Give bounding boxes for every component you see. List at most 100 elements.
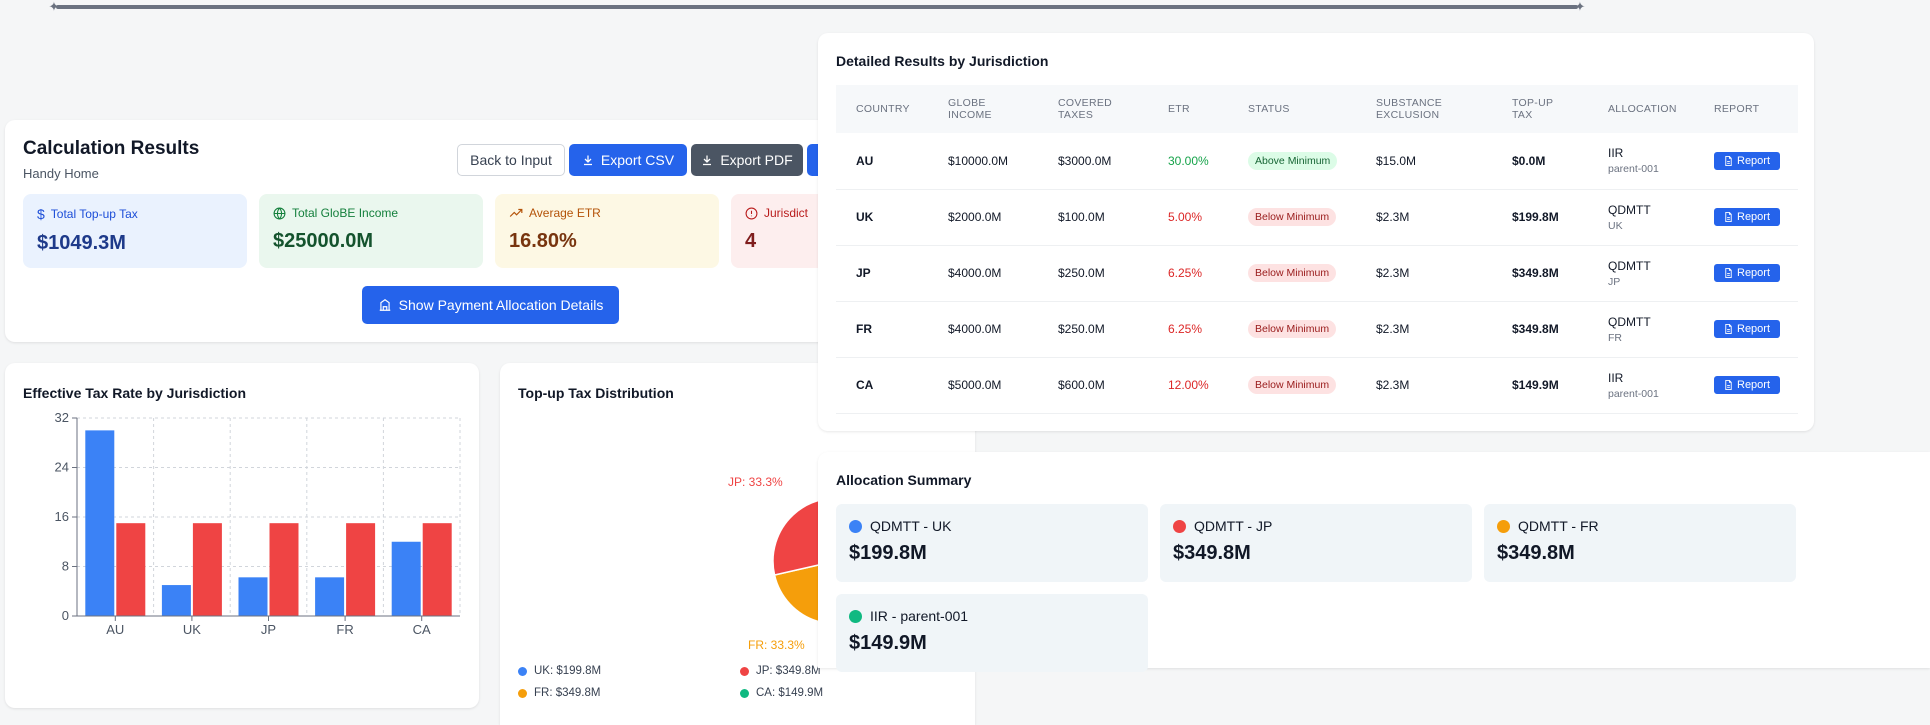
y-tick-label: 0 <box>62 608 69 623</box>
cell-globe-income: $10000.0M <box>928 133 1038 190</box>
cell-globe-income: $2000.0M <box>928 189 1038 246</box>
alert-circle-icon <box>745 207 758 219</box>
x-tick-label: JP <box>261 622 276 637</box>
allocation-amount: $199.8M <box>849 542 927 564</box>
allocation-dot <box>1497 519 1510 533</box>
x-tick-label: UK <box>183 622 201 637</box>
legend-label: JP: $349.8M <box>756 665 821 677</box>
y-tick-label: 16 <box>55 509 69 524</box>
cell-substance-exclusion: $2.3M <box>1356 245 1492 302</box>
report-label: Report <box>1737 267 1771 279</box>
cell-country: FR <box>836 301 928 358</box>
cell-allocation: QDMTT JP <box>1588 245 1694 302</box>
cell-etr: 6.25% <box>1148 245 1228 302</box>
globe-icon <box>273 207 286 219</box>
report-button[interactable]: Report <box>1714 320 1781 338</box>
pie-label: FR: 33.3% <box>748 638 805 651</box>
cell-etr: 5.00% <box>1148 189 1228 246</box>
back-to-input-button[interactable]: Back to Input <box>457 144 565 176</box>
col-topup-tax: TOP-UP TAX <box>1512 97 1554 121</box>
allocation-dot <box>849 519 862 533</box>
cell-report: Report <box>1694 357 1798 414</box>
bar <box>391 541 421 616</box>
legend-dot <box>740 666 749 676</box>
cell-status: Below Minimum <box>1228 245 1356 302</box>
bar <box>161 585 191 616</box>
company-name: Handy Home <box>23 166 99 181</box>
cell-substance-exclusion: $15.0M <box>1356 133 1492 190</box>
allocation-amount: $149.9M <box>849 632 927 654</box>
allocation-amount: $349.8M <box>1173 542 1251 564</box>
cell-country: JP <box>836 245 928 302</box>
cell-country: UK <box>836 189 928 246</box>
file-icon <box>1725 324 1732 334</box>
report-label: Report <box>1737 211 1771 223</box>
allocation-dot <box>849 609 862 623</box>
status-badge: Above Minimum <box>1248 151 1338 170</box>
cell-topup-tax: $199.8M <box>1492 189 1588 246</box>
cell-status: Below Minimum <box>1228 189 1356 246</box>
pie-label: JP: 33.3% <box>728 475 783 489</box>
bar <box>422 523 452 616</box>
allocation-target: JP <box>1608 275 1621 288</box>
bar <box>192 523 222 616</box>
legend-label: UK: $199.8M <box>534 665 602 677</box>
status-badge: Below Minimum <box>1248 376 1337 394</box>
bar <box>238 577 268 616</box>
table-row: JP $4000.0M $250.0M 6.25% Below Minimum $2.3M… <box>836 245 1798 302</box>
bar <box>315 577 345 616</box>
allocation-target: parent-001 <box>1608 387 1659 400</box>
export-csv-button[interactable]: Export CSV <box>569 144 687 176</box>
col-status: STATUS <box>1248 103 1290 115</box>
status-badge: Below Minimum <box>1248 320 1337 338</box>
report-button[interactable]: Report <box>1714 151 1781 170</box>
right-handle-icon[interactable]: ✦ <box>1574 0 1586 15</box>
window-resize-bar[interactable]: ✦ ✦ <box>49 0 1586 14</box>
allocation-summary-title: Allocation Summary <box>836 472 972 488</box>
cell-substance-exclusion: $2.3M <box>1356 301 1492 358</box>
legend-dot <box>518 688 527 698</box>
table-row: AU $10000.0M $3000.0M 30.00% Above Minimum $1… <box>836 133 1798 190</box>
status-badge: Below Minimum <box>1248 208 1337 226</box>
show-payment-allocation-button[interactable]: Show Payment Allocation Details <box>362 286 619 324</box>
allocation-type: IIR <box>1608 370 1624 385</box>
allocation-item: QDMTT - JP $349.8M <box>1160 504 1472 582</box>
stat-label: Jurisdict <box>764 206 809 220</box>
left-handle-icon[interactable]: ✦ <box>48 0 60 15</box>
stat-label: Average ETR <box>529 206 601 220</box>
file-icon <box>1725 268 1732 278</box>
stat-total-globe-income: Total GloBE Income $25000.0M <box>259 194 483 268</box>
stat-average-etr: Average ETR 16.80% <box>495 194 719 268</box>
etr-bar-chart: 0 8 16 24 32 AU UK JP FR CA <box>55 410 461 637</box>
allocation-name: QDMTT - JP <box>1194 518 1273 534</box>
stat-label: Total GloBE Income <box>292 206 399 220</box>
calculation-results-card: Calculation Results Handy Home Back to I… <box>5 120 851 342</box>
y-tick-label: 8 <box>62 559 69 574</box>
report-button[interactable]: Report <box>1714 208 1781 226</box>
cell-allocation: QDMTT FR <box>1588 301 1694 358</box>
report-button[interactable]: Report <box>1714 264 1781 282</box>
legend-item: UK: $199.8M <box>518 665 601 677</box>
show-payment-allocation-label: Show Payment Allocation Details <box>398 297 604 313</box>
trending-up-icon <box>509 208 523 217</box>
y-tick-label: 32 <box>55 410 69 425</box>
cell-globe-income: $5000.0M <box>928 357 1038 414</box>
cell-report: Report <box>1694 133 1798 190</box>
export-pdf-button[interactable]: Export PDF <box>691 144 803 176</box>
allocation-item: QDMTT - FR $349.8M <box>1484 504 1796 582</box>
cell-topup-tax: $349.8M <box>1492 301 1588 358</box>
legend-item: JP: $349.8M <box>740 665 821 677</box>
allocation-type: QDMTT <box>1608 202 1651 217</box>
allocation-name: QDMTT - FR <box>1518 518 1599 534</box>
page-title: Calculation Results <box>23 138 200 159</box>
report-label: Report <box>1737 154 1771 167</box>
stat-value: $1049.3M <box>37 232 126 254</box>
legend-item: CA: $149.9M <box>740 687 823 699</box>
col-globe-income: GLOBE INCOME <box>948 97 992 121</box>
building-icon <box>379 299 390 311</box>
allocation-target: parent-001 <box>1608 163 1659 176</box>
cell-allocation: IIR parent-001 <box>1588 133 1694 190</box>
report-button[interactable]: Report <box>1714 376 1781 394</box>
legend-item: FR: $349.8M <box>518 687 600 699</box>
cell-report: Report <box>1694 301 1798 358</box>
